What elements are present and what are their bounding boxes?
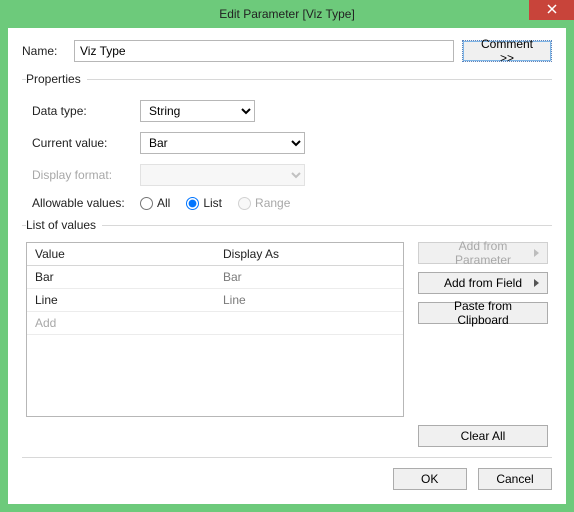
current-value-label: Current value: bbox=[32, 136, 132, 150]
footer: OK Cancel bbox=[22, 468, 552, 490]
data-type-select[interactable]: String bbox=[140, 100, 255, 122]
add-from-field-button[interactable]: Add from Field bbox=[418, 272, 548, 294]
divider bbox=[22, 457, 552, 458]
titlebar: Edit Parameter [Viz Type] bbox=[0, 0, 574, 28]
current-value-select[interactable]: Bar bbox=[140, 132, 305, 154]
window-title: Edit Parameter [Viz Type] bbox=[219, 7, 355, 21]
list-group: List of values Value Display As Bar Bar … bbox=[22, 218, 552, 447]
name-label: Name: bbox=[22, 44, 66, 58]
allowable-list-input[interactable] bbox=[186, 197, 199, 210]
list-area: Value Display As Bar Bar Line Line Add bbox=[26, 242, 548, 417]
close-button[interactable] bbox=[529, 0, 574, 20]
current-value-row: Current value: Bar bbox=[26, 132, 548, 154]
allowable-row: Allowable values: All List Range bbox=[26, 196, 548, 210]
clear-row: Clear All bbox=[26, 425, 548, 447]
name-row: Name: Comment >> bbox=[22, 40, 552, 62]
chevron-right-icon bbox=[534, 249, 539, 257]
list-legend: List of values bbox=[26, 218, 102, 232]
display-format-row: Display format: bbox=[26, 164, 548, 186]
cell-display[interactable]: Line bbox=[215, 289, 403, 311]
cell-add[interactable]: Add bbox=[27, 312, 215, 334]
allowable-all-text: All bbox=[157, 196, 170, 210]
allowable-range-text: Range bbox=[255, 196, 290, 210]
cell-display[interactable]: Bar bbox=[215, 266, 403, 288]
allowable-range-radio: Range bbox=[238, 196, 290, 210]
values-grid[interactable]: Value Display As Bar Bar Line Line Add bbox=[26, 242, 404, 417]
data-type-row: Data type: String bbox=[26, 100, 548, 122]
name-input[interactable] bbox=[74, 40, 454, 62]
ok-button[interactable]: OK bbox=[393, 468, 467, 490]
allowable-label: Allowable values: bbox=[32, 196, 132, 210]
allowable-list-radio[interactable]: List bbox=[186, 196, 222, 210]
close-icon bbox=[547, 3, 557, 17]
col-display[interactable]: Display As bbox=[215, 243, 403, 265]
add-from-parameter-label: Add from Parameter bbox=[429, 239, 537, 267]
allowable-all-input[interactable] bbox=[140, 197, 153, 210]
side-buttons: Add from Parameter Add from Field Paste … bbox=[418, 242, 548, 417]
add-from-parameter-button: Add from Parameter bbox=[418, 242, 548, 264]
display-format-select bbox=[140, 164, 305, 186]
cancel-button[interactable]: Cancel bbox=[478, 468, 552, 490]
cell-add-display bbox=[215, 312, 403, 334]
grid-row[interactable]: Line Line bbox=[27, 289, 403, 312]
allowable-list-text: List bbox=[203, 196, 222, 210]
chevron-right-icon bbox=[534, 279, 539, 287]
comment-button[interactable]: Comment >> bbox=[462, 40, 552, 62]
properties-group: Properties Data type: String Current val… bbox=[22, 72, 552, 212]
grid-row[interactable]: Bar Bar bbox=[27, 266, 403, 289]
cell-value[interactable]: Bar bbox=[27, 266, 215, 288]
grid-header: Value Display As bbox=[27, 243, 403, 266]
clear-all-button[interactable]: Clear All bbox=[418, 425, 548, 447]
col-value[interactable]: Value bbox=[27, 243, 215, 265]
paste-from-clipboard-button[interactable]: Paste from Clipboard bbox=[418, 302, 548, 324]
add-from-field-label: Add from Field bbox=[444, 276, 522, 290]
grid-row-add[interactable]: Add bbox=[27, 312, 403, 335]
data-type-label: Data type: bbox=[32, 104, 132, 118]
cell-value[interactable]: Line bbox=[27, 289, 215, 311]
display-format-label: Display format: bbox=[32, 168, 132, 182]
dialog-body: Name: Comment >> Properties Data type: S… bbox=[8, 28, 566, 504]
allowable-all-radio[interactable]: All bbox=[140, 196, 170, 210]
properties-legend: Properties bbox=[26, 72, 87, 86]
allowable-range-input bbox=[238, 197, 251, 210]
window-frame: Edit Parameter [Viz Type] Name: Comment … bbox=[0, 0, 574, 512]
